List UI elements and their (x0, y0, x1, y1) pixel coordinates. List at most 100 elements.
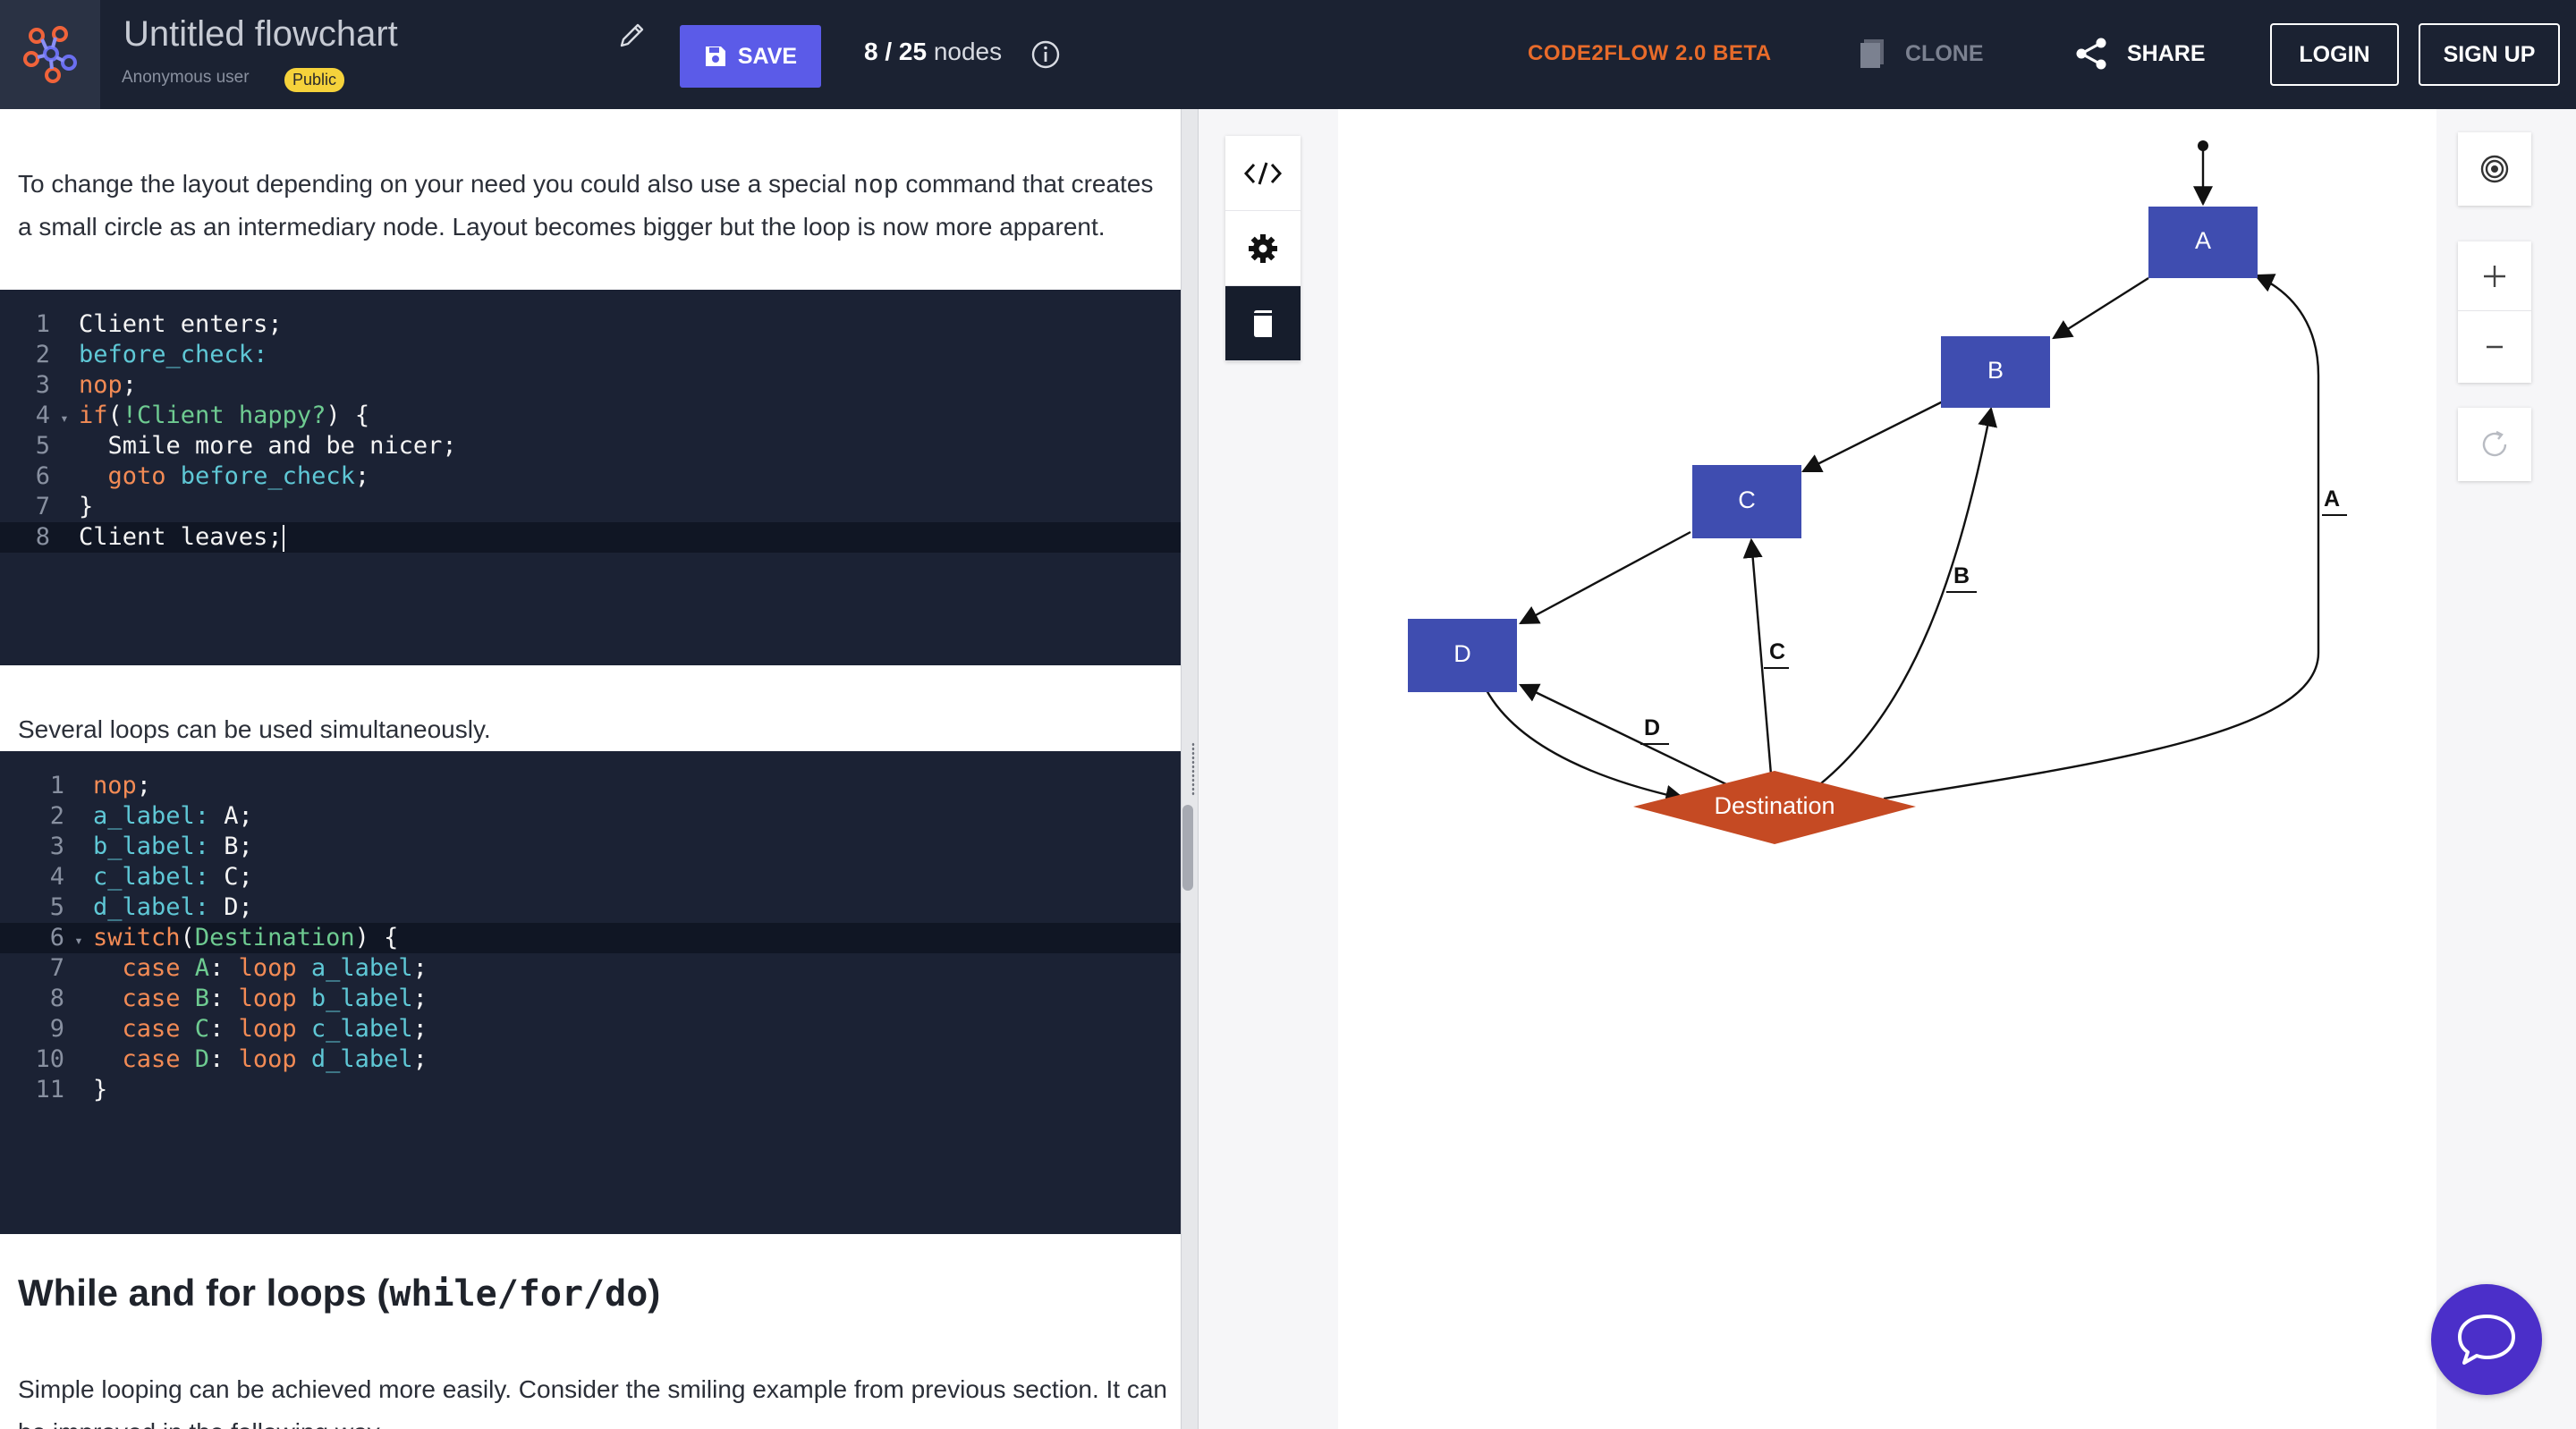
code-token: a_label: (93, 802, 210, 830)
code-token: C; (209, 863, 253, 891)
code-line[interactable]: 3 nop; (0, 370, 1181, 401)
node-count-unit: nodes (933, 38, 1003, 65)
code-line[interactable]: 8 Client leaves; (0, 522, 1181, 553)
editor-toolbar (1225, 136, 1301, 361)
doc-scrollbar-thumb[interactable] (1182, 805, 1193, 891)
copy-icon (1860, 39, 1884, 68)
code-token: c_label: (93, 863, 210, 891)
code-line[interactable]: 4 c_label: C; (0, 862, 1181, 892)
code-token: loop (238, 954, 297, 982)
plus-icon (2484, 265, 2505, 287)
code-line[interactable]: 6 goto before_check; (0, 461, 1181, 492)
node-count-value: 8 / 25 (864, 38, 928, 65)
line-number: 2 (35, 341, 50, 368)
code-line[interactable]: 3 b_label: B; (0, 832, 1181, 862)
code-token: ) { (354, 924, 399, 951)
code-line[interactable]: 4 ▾ if(!Client happy?) { (0, 401, 1181, 431)
pane-splitter[interactable] (1181, 109, 1199, 1429)
clone-button[interactable]: CLONE (1859, 36, 1984, 72)
doc-paragraph-simple-loop: Simple looping can be achieved more easi… (18, 1375, 1168, 1429)
code-token: ; (354, 462, 370, 490)
code-token: case (122, 985, 181, 1012)
code-line[interactable]: 2 a_label: A; (0, 801, 1181, 832)
code-token: if (79, 402, 108, 429)
info-icon[interactable] (1030, 39, 1061, 70)
refresh-icon (2482, 430, 2507, 457)
code-token: ; (412, 1045, 428, 1073)
code-token: loop (238, 1045, 297, 1073)
line-number: 4 (35, 402, 50, 429)
code-line[interactable]: 5 Smile more and be nicer; (0, 431, 1181, 461)
code-token: a_label (296, 954, 413, 982)
app-logo[interactable] (0, 0, 100, 109)
fold-toggle-icon[interactable]: ▾ (50, 403, 79, 434)
share-button[interactable]: SHARE (2075, 36, 2206, 72)
code-line[interactable]: 1 nop; (0, 771, 1181, 801)
code-line[interactable]: 2 before_check: (0, 340, 1181, 370)
code-line[interactable]: 8 case B: loop b_label; (0, 984, 1181, 1014)
heading-text: ) (648, 1272, 661, 1314)
code-token: D (180, 1045, 210, 1073)
brand-label[interactable]: CODE2FLOW 2.0 BETA (1528, 41, 1772, 66)
document-title[interactable]: Untitled flowchart (123, 14, 398, 55)
code-line[interactable]: 1 Client enters; (0, 309, 1181, 340)
code-line[interactable]: 5 d_label: D; (0, 892, 1181, 923)
save-button[interactable]: SAVE (680, 25, 821, 88)
code-token: switch (93, 924, 181, 951)
code-line[interactable]: 7} (0, 492, 1181, 522)
line-number: 4 (49, 863, 64, 891)
code-token: before_check: (79, 341, 268, 368)
splitter-grip[interactable] (1191, 742, 1195, 796)
code-token: Client enters; (79, 310, 283, 338)
code-token: case (122, 1045, 181, 1073)
support-chat-button[interactable] (2431, 1284, 2542, 1395)
code-token: B; (209, 833, 253, 860)
line-number: 1 (49, 772, 64, 799)
code-token: nop (79, 371, 123, 399)
code-token: b_label (296, 985, 413, 1012)
settings-button[interactable] (1225, 211, 1301, 286)
code-token: ; (136, 772, 152, 799)
fold-toggle-icon[interactable]: ▾ (64, 926, 93, 956)
line-number: 7 (35, 493, 50, 520)
code-line[interactable]: 9 case C: loop c_label; (0, 1014, 1181, 1044)
code-token: ( (180, 924, 195, 951)
code-token: Destination (194, 924, 355, 951)
top-bar: Untitled flowchart Anonymous user Public… (0, 0, 2576, 109)
minus-icon (2487, 345, 2503, 349)
code-token: d_label: (93, 893, 210, 921)
documentation-pane[interactable]: To change the layout depending on your n… (0, 109, 1181, 1429)
signup-button[interactable]: SIGN UP (2419, 23, 2560, 86)
chat-bubble-icon (2458, 1315, 2515, 1365)
code-token: ( (107, 402, 123, 429)
code-editor-nop-example[interactable]: 1 Client enters; 2 before_check: 3 nop; 4 ▾ if(!… (0, 290, 1181, 665)
zoom-out-button[interactable] (2458, 312, 2531, 382)
fit-to-screen-button[interactable] (2458, 132, 2531, 206)
code-line[interactable]: 11} (0, 1075, 1181, 1105)
code-line[interactable]: 7 case A: loop a_label; (0, 953, 1181, 984)
code-token: B (180, 985, 210, 1012)
code-token: D; (209, 893, 253, 921)
owner-name: Anonymous user (122, 68, 250, 87)
reset-view-button[interactable] (2458, 408, 2531, 481)
code-line[interactable]: 6 ▾ switch(Destination) { (0, 923, 1181, 953)
code-token: : (209, 1015, 239, 1043)
section-heading-loops: While and for loops (while/for/do) (18, 1272, 660, 1315)
documentation-button[interactable] (1225, 286, 1301, 361)
visibility-badge: Public (284, 68, 345, 92)
code-line[interactable]: 10 case D: loop d_label; (0, 1044, 1181, 1075)
diagram-canvas[interactable] (1338, 109, 2436, 1429)
code-token: : (209, 954, 239, 982)
book-icon (1254, 309, 1272, 337)
login-button[interactable]: LOGIN (2270, 23, 2399, 86)
code-token: c_label (296, 1015, 413, 1043)
code-view-button[interactable] (1225, 136, 1301, 211)
flowchart-logo-icon (23, 26, 77, 83)
zoom-in-button[interactable] (2458, 241, 2531, 311)
code-token: ; (122, 371, 138, 399)
code-editor-switch-example[interactable]: 1 nop; 2 a_label: A; 3 b_label: B; 4 c_label: C… (0, 751, 1181, 1234)
pencil-icon[interactable] (617, 20, 648, 50)
code-token: : (209, 985, 239, 1012)
line-number: 10 (35, 1045, 64, 1073)
